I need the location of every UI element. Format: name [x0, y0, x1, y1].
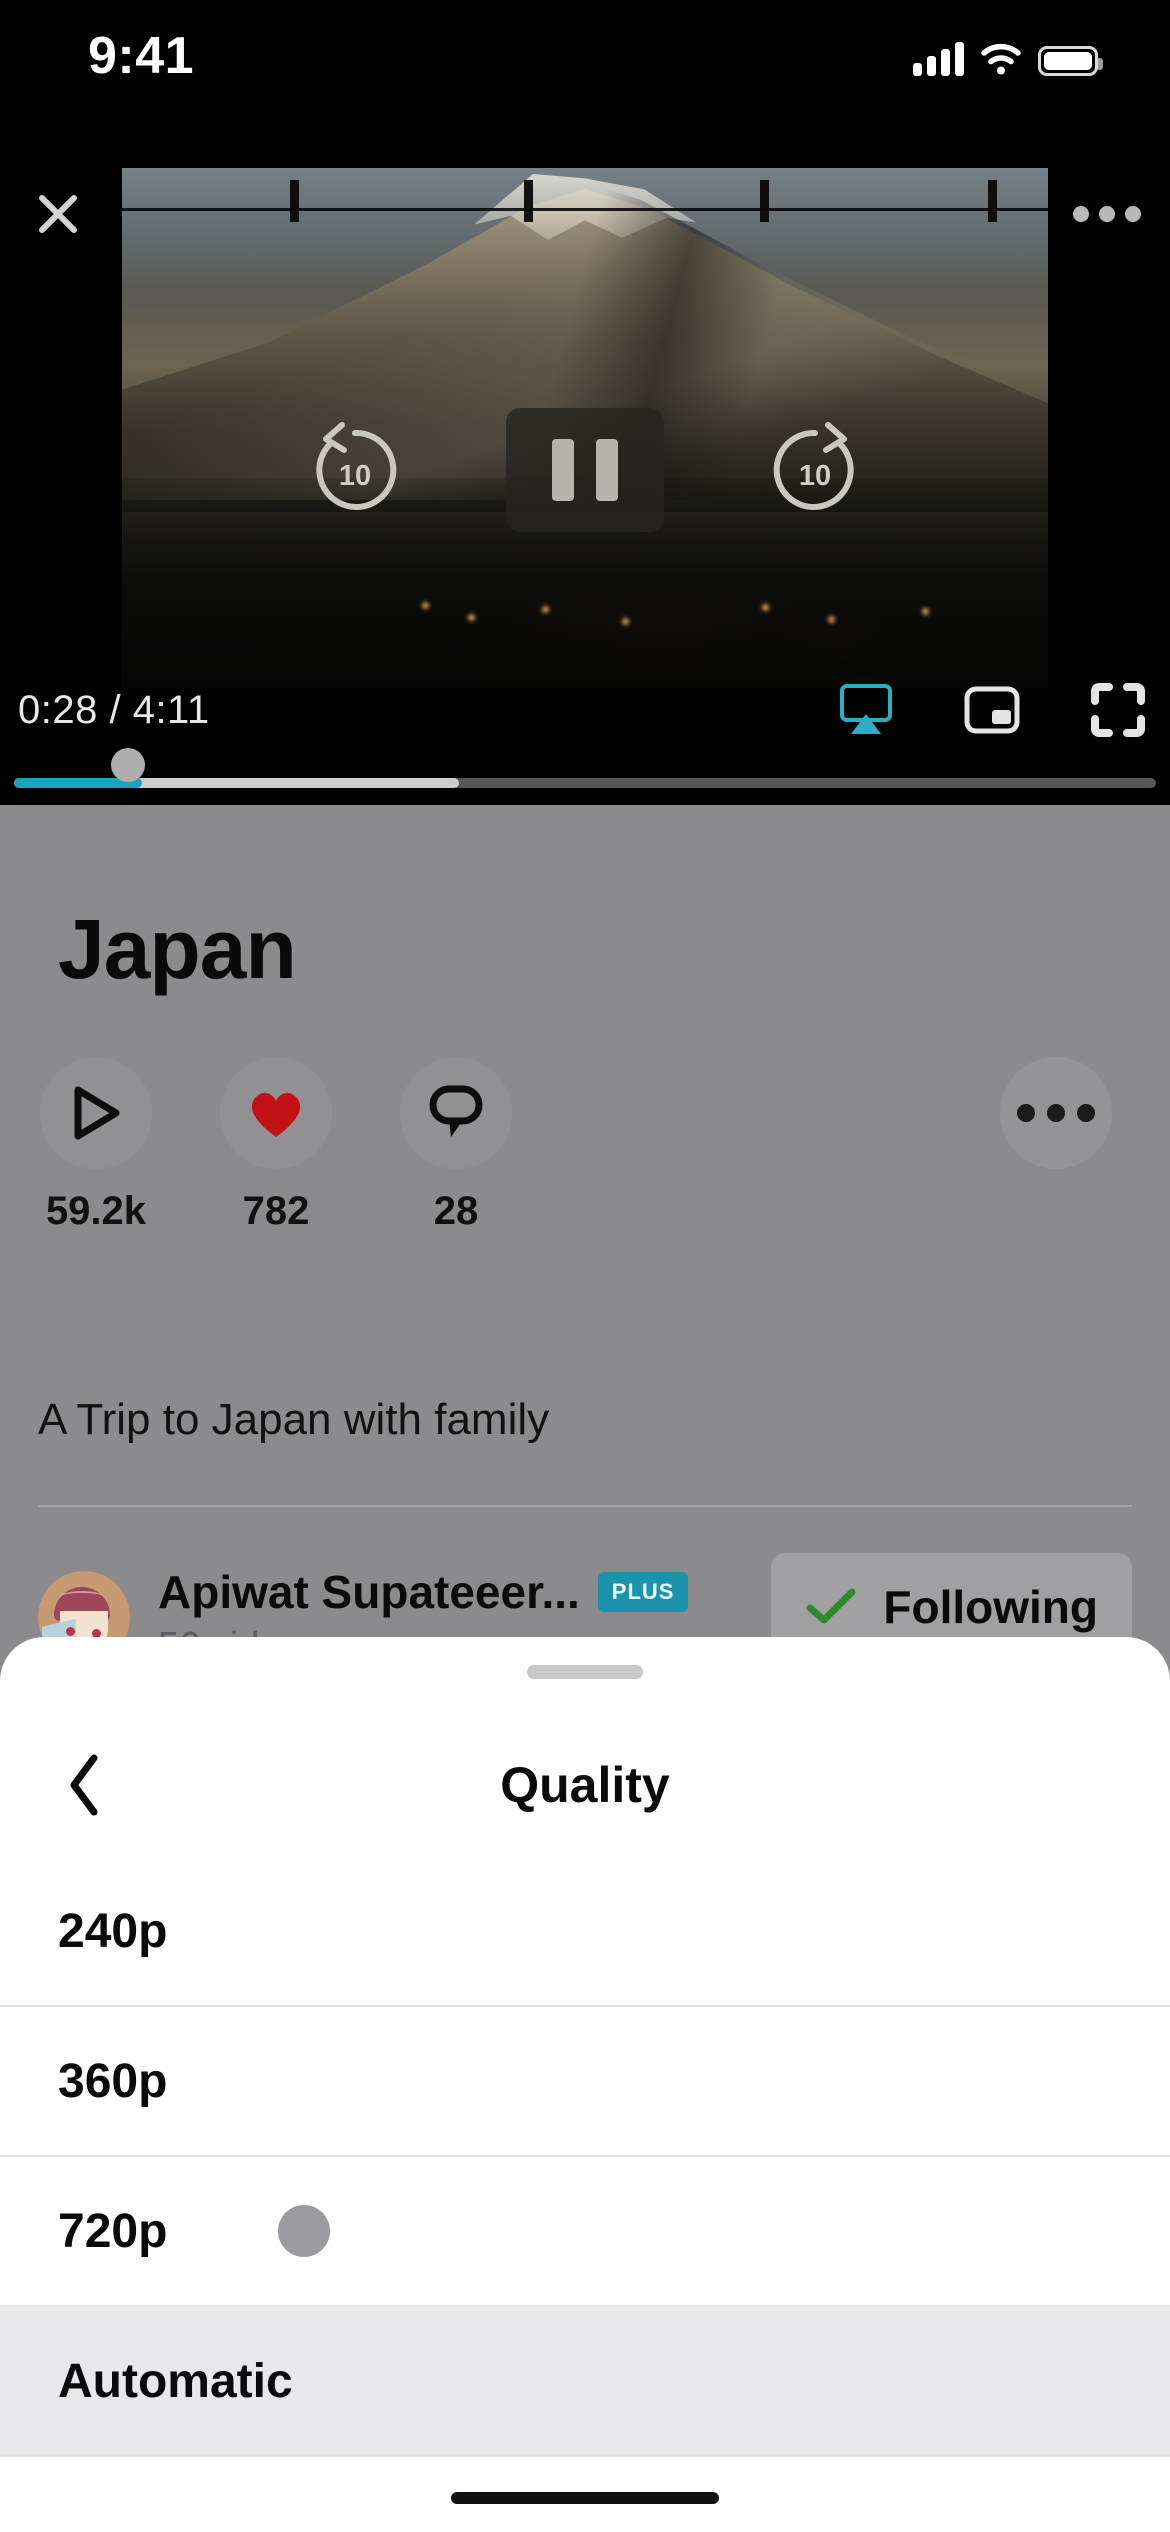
video-description: A Trip to Japan with family: [38, 1395, 550, 1444]
video-time-display: 0:28 / 4:11: [18, 688, 210, 732]
status-bar: 9:41: [0, 0, 1170, 150]
quality-option-automatic[interactable]: Automatic: [0, 2307, 1170, 2457]
scrubber-handle[interactable]: [111, 748, 146, 782]
quality-option-label: 720p: [58, 2204, 168, 2258]
stat-comments-count: 28: [433, 1189, 479, 1233]
sheet-title: Quality: [500, 1757, 670, 1813]
quality-option-label: 240p: [58, 1904, 168, 1958]
stat-plays[interactable]: 59.2k: [40, 1057, 152, 1234]
pause-button[interactable]: [506, 408, 664, 532]
airplay-icon[interactable]: [834, 680, 898, 740]
wifi-icon: [981, 44, 1021, 75]
touch-point-indicator: [278, 2205, 330, 2257]
stat-likes-count: 782: [242, 1189, 310, 1233]
stats-row: 59.2k 782 28: [40, 1057, 512, 1234]
forward-10-button[interactable]: 10: [764, 419, 866, 521]
player-bottom-buttons: [834, 680, 1150, 740]
stat-comments[interactable]: 28: [400, 1057, 512, 1234]
status-bar-time: 9:41: [88, 27, 195, 85]
following-label: Following: [883, 1581, 1098, 1633]
check-icon: [806, 1588, 856, 1624]
battery-icon: [1038, 46, 1103, 76]
close-icon[interactable]: [22, 178, 94, 250]
sheet-grabber[interactable]: [527, 1665, 643, 1679]
rewind-10-label: 10: [338, 459, 372, 492]
author-name: Apiwat Supateeer...: [158, 1566, 580, 1618]
quality-option-label: 360p: [58, 2054, 168, 2108]
town-lights: [122, 596, 1048, 636]
cellular-signal-icon: [913, 42, 964, 76]
chevron-left-icon[interactable]: [42, 1743, 126, 1827]
quality-option-360p[interactable]: 360p: [0, 2007, 1170, 2157]
page-title: Japan: [58, 902, 297, 996]
quality-option-720p[interactable]: 720p: [0, 2157, 1170, 2307]
rewind-10-button[interactable]: 10: [304, 419, 406, 521]
quality-option-label: Automatic: [58, 2354, 293, 2408]
fullscreen-icon[interactable]: [1086, 680, 1150, 740]
forward-10-label: 10: [798, 459, 832, 492]
more-horizontal-icon[interactable]: [1064, 182, 1150, 246]
status-bar-indicators: [913, 30, 1103, 76]
home-indicator: [451, 2492, 719, 2504]
plus-badge: PLUS: [597, 1572, 689, 1612]
content-more-button[interactable]: [1000, 1057, 1112, 1169]
sheet-header: Quality: [0, 1717, 1170, 1853]
quality-option-240p[interactable]: 240p: [0, 1857, 1170, 2007]
phone-screen: 10 10 0:28 / 4:11 9:41 Japan 59.2k 782 2…: [0, 0, 1170, 2532]
quality-bottom-sheet: Quality 240p 360p 720p Automatic: [0, 1637, 1170, 2532]
video-scrubber[interactable]: [0, 748, 1170, 805]
picture-in-picture-icon[interactable]: [960, 680, 1024, 740]
play-icon: [40, 1057, 152, 1169]
stat-plays-count: 59.2k: [45, 1189, 147, 1233]
scrubber-track[interactable]: [14, 778, 1156, 788]
stat-likes[interactable]: 782: [220, 1057, 332, 1234]
heart-icon: [220, 1057, 332, 1169]
divider: [38, 1505, 1132, 1507]
transport-controls: 10 10: [0, 380, 1170, 560]
power-lines: [122, 180, 1048, 240]
comment-icon: [400, 1057, 512, 1169]
quality-options-list: 240p 360p 720p Automatic: [0, 1857, 1170, 2457]
